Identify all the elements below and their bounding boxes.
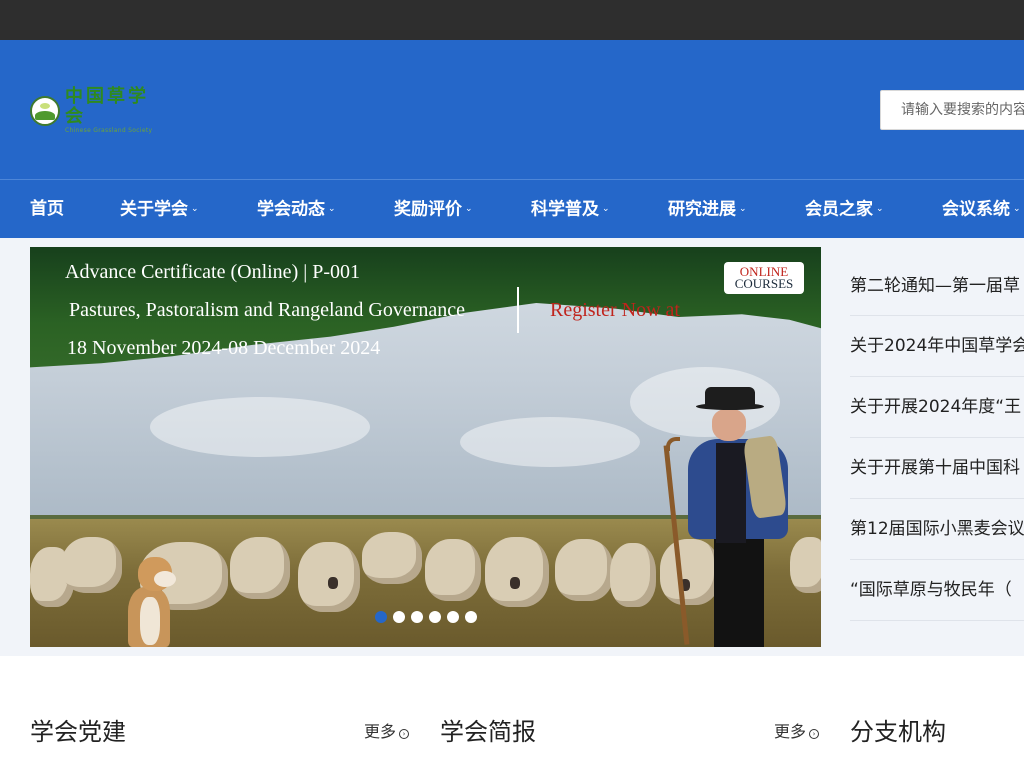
site-header: 中国草学会 Chinese Grassland Society — [0, 40, 1024, 179]
logo-chinese-name: 中国草学会 — [65, 86, 149, 127]
nav-item-label: 会员之家 — [805, 199, 873, 220]
nav-item-label: 会议系统 — [942, 199, 1010, 220]
carousel-dot[interactable] — [411, 611, 423, 623]
dog-chest — [140, 597, 160, 645]
more-link[interactable]: 更多 › — [364, 718, 410, 742]
shepherd-face — [712, 409, 746, 441]
carousel-dot[interactable] — [447, 611, 459, 623]
banner-course-dates: 18 November 2024-08 December 2024 — [67, 337, 381, 359]
shepherd-staff-hook — [666, 437, 680, 451]
nav-item-label: 奖励评价 — [394, 199, 462, 220]
online-courses-badge: ONLINE COURSES — [724, 262, 804, 294]
news-item[interactable]: 第二轮通知—第一届草 — [850, 256, 1024, 316]
cloud-shape — [460, 417, 640, 467]
section-title: 学会简报 — [440, 718, 536, 746]
carousel-dot[interactable] — [465, 611, 477, 623]
nav-item-label: 学会动态 — [257, 199, 325, 220]
section-branches: 分支机构 — [850, 700, 1024, 760]
banner-register-link[interactable]: Register Now at — [550, 299, 680, 322]
chevron-down-icon: ⌄ — [1013, 204, 1021, 214]
nav-item-label: 首页 — [30, 199, 64, 219]
sheep-shape — [62, 537, 122, 593]
sheep-head-shape — [328, 577, 338, 589]
logo-emblem-icon — [30, 96, 60, 126]
chevron-down-icon: ⌄ — [191, 204, 199, 214]
news-item[interactable]: “国际草原与牧民年（ — [850, 560, 1024, 621]
sheep-shape — [230, 537, 290, 599]
nav-item-label: 科学普及 — [531, 199, 599, 220]
nav-item-label: 关于学会 — [120, 199, 188, 220]
dog-face — [154, 571, 176, 587]
carousel-dot[interactable] — [375, 611, 387, 623]
chevron-down-icon: ⌄ — [328, 204, 336, 214]
sheep-shape — [485, 537, 549, 607]
section-title: 分支机构 — [850, 718, 946, 746]
search-box[interactable] — [880, 90, 1024, 130]
more-label: 更多 — [364, 722, 397, 741]
nav-item-conference[interactable]: 会议系统 ⌄ — [942, 180, 1021, 239]
nav-item-about[interactable]: 关于学会 ⌄ — [120, 180, 199, 239]
logo-english-name: Chinese Grassland Society — [65, 127, 153, 134]
sheep-shape — [555, 539, 613, 601]
sheep-head-shape — [510, 577, 520, 589]
news-list: 第二轮通知—第一届草 关于2024年中国草学会 关于开展2024年度“王 关于开… — [850, 256, 1024, 621]
banner-course-title: Advance Certificate (Online) | P-001 — [65, 261, 361, 283]
chevron-down-icon: ⌄ — [739, 204, 747, 214]
dog-figure — [118, 557, 180, 647]
cloud-shape — [150, 397, 370, 457]
carousel-dots — [375, 611, 477, 623]
shepherd-staff — [663, 445, 690, 645]
logo-text: 中国草学会 Chinese Grassland Society — [65, 87, 165, 135]
chevron-right-circle-icon: › — [809, 729, 820, 739]
section-bulletin: 学会简报 更多 › — [440, 700, 820, 760]
top-bar — [0, 0, 1024, 40]
site-logo[interactable]: 中国草学会 Chinese Grassland Society — [30, 87, 165, 134]
nav-item-science[interactable]: 科学普及 ⌄ — [531, 180, 610, 239]
shepherd-figure — [650, 387, 800, 647]
news-item[interactable]: 关于2024年中国草学会 — [850, 316, 1024, 377]
shepherd-hat — [705, 387, 755, 409]
nav-item-home[interactable]: 首页 — [30, 180, 64, 239]
news-item[interactable]: 关于开展2024年度“王 — [850, 377, 1024, 438]
nav-item-research[interactable]: 研究进展 ⌄ — [668, 180, 747, 239]
chevron-down-icon: ⌄ — [602, 204, 610, 214]
search-input[interactable] — [881, 91, 1024, 129]
carousel-dot[interactable] — [429, 611, 441, 623]
nav-item-news[interactable]: 学会动态 ⌄ — [257, 180, 336, 239]
section-party-building: 学会党建 更多 › — [30, 700, 410, 760]
nav-item-members[interactable]: 会员之家 ⌄ — [805, 180, 884, 239]
main-nav: 首页 关于学会 ⌄ 学会动态 ⌄ 奖励评价 ⌄ 科学普及 ⌄ 研究进展 ⌄ 会员之家 ⌄ 会… — [0, 179, 1024, 238]
chevron-down-icon: ⌄ — [465, 204, 473, 214]
shepherd-legs — [714, 537, 764, 647]
banner-divider — [517, 287, 519, 333]
news-item[interactable]: 第12届国际小黑麦会议 — [850, 499, 1024, 560]
chevron-down-icon: ⌄ — [876, 204, 884, 214]
sheep-shape — [362, 532, 422, 584]
carousel-dot[interactable] — [393, 611, 405, 623]
more-label: 更多 — [774, 722, 807, 741]
banner-course-subtitle: Pastures, Pastoralism and Rangeland Gove… — [69, 299, 466, 321]
badge-line-courses: COURSES — [734, 276, 794, 291]
shepherd-vest — [716, 443, 746, 543]
chevron-right-circle-icon: › — [399, 729, 410, 739]
section-title: 学会党建 — [30, 718, 126, 746]
sheep-shape — [425, 539, 481, 601]
more-link[interactable]: 更多 › — [774, 718, 820, 742]
nav-item-awards[interactable]: 奖励评价 ⌄ — [394, 180, 473, 239]
nav-item-label: 研究进展 — [668, 199, 736, 220]
news-item[interactable]: 关于开展第十届中国科 — [850, 438, 1024, 499]
banner-carousel[interactable]: Advance Certificate (Online) | P-001 Pas… — [30, 247, 821, 647]
